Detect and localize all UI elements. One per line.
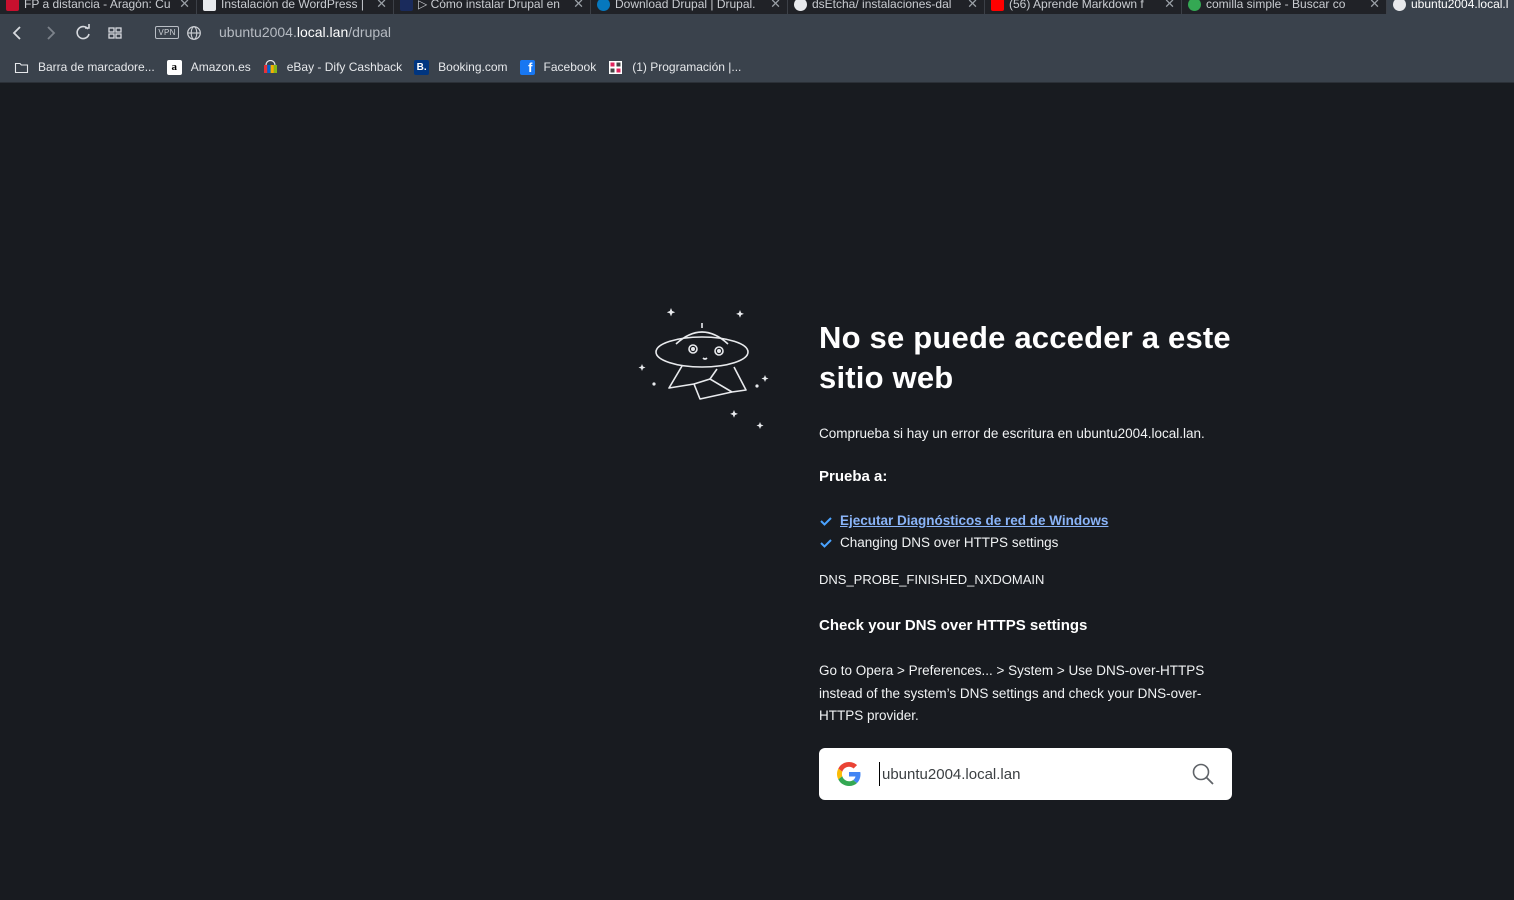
tab-title: ▷ Cómo instalar Drupal en (418, 0, 560, 11)
bookmark-amazon[interactable]: a Amazon.es (166, 59, 251, 75)
google-favicon-icon (1188, 0, 1201, 11)
fp-favicon-icon (6, 0, 19, 11)
ufo-illustration-icon (638, 308, 769, 429)
programacion-icon (609, 60, 623, 74)
facebook-icon: f (519, 59, 535, 75)
error-subtitle: Comprueba si hay un error de escritura e… (819, 426, 1205, 441)
bookmark-booking[interactable]: B. Booking.com (414, 59, 508, 75)
google-logo-icon (837, 762, 861, 786)
page-favicon-icon (203, 0, 216, 11)
tab-title: dsEtcha/ instalaciones-dal (812, 0, 952, 11)
close-tab-icon[interactable]: ✕ (770, 0, 781, 12)
list-item: Ejecutar Diagnósticos de red de Windows (820, 510, 1239, 532)
suggestion-list: Ejecutar Diagnósticos de red de Windows … (819, 510, 1239, 554)
url-path: /drupal (348, 24, 392, 40)
url-host: local.lan (296, 24, 349, 40)
close-tab-icon[interactable]: ✕ (179, 0, 190, 12)
bookmark-facebook[interactable]: f Facebook (519, 59, 597, 75)
youtube-favicon-icon (991, 0, 1004, 11)
tab-strip: FP a distancia - Aragón: Cu ✕ Instalació… (0, 0, 1514, 14)
tab-github[interactable]: dsEtcha/ instalaciones-dal ✕ (788, 0, 985, 14)
bookmark-label: Facebook (543, 60, 597, 74)
bookmarks-bar: Barra de marcadore... a Amazon.es eBay -… (0, 52, 1514, 83)
github-favicon-icon (794, 0, 807, 11)
url-field[interactable]: ubuntu2004.local.lan/drupal (219, 24, 391, 40)
tab-instalar-drupal[interactable]: ▷ Cómo instalar Drupal en ✕ (394, 0, 591, 14)
tab-wordpress[interactable]: Instalación de WordPress | ✕ (197, 0, 394, 14)
doh-heading: Check your DNS over HTTPS settings (819, 617, 1088, 634)
check-icon (820, 517, 832, 526)
vpn-badge[interactable]: VPN (155, 26, 179, 39)
reload-icon[interactable] (72, 22, 94, 44)
bookmark-label: Booking.com (438, 60, 508, 74)
tab-title: (56) Aprende Markdown f (1009, 0, 1144, 11)
close-tab-icon[interactable]: ✕ (967, 0, 978, 12)
drupal-favicon-icon (597, 0, 610, 11)
error-code: DNS_PROBE_FINISHED_NXDOMAIN (819, 572, 1045, 587)
tab-title: Instalación de WordPress | (221, 0, 364, 11)
globe-icon[interactable] (186, 25, 202, 41)
tab-fp-distancia[interactable]: FP a distancia - Aragón: Cu ✕ (0, 0, 197, 14)
bookmark-ebay[interactable]: eBay - Dify Cashback (263, 59, 403, 75)
bookmark-folder[interactable]: Barra de marcadore... (14, 60, 155, 75)
tab-title: FP a distancia - Aragón: Cu (24, 0, 171, 11)
tab-title: Download Drupal | Drupal. (615, 0, 756, 11)
doh-instructions: Go to Opera > Preferences... > System > … (819, 663, 1205, 723)
back-icon[interactable] (7, 22, 29, 44)
search-icon[interactable] (1191, 762, 1215, 786)
bookmark-label: Amazon.es (190, 60, 251, 74)
google-search-box (819, 748, 1232, 800)
check-icon (820, 539, 832, 548)
close-tab-icon[interactable]: ✕ (573, 0, 584, 12)
tab-title: ubuntu2004.local.la (1411, 0, 1508, 11)
close-tab-icon[interactable]: ✕ (1164, 0, 1175, 12)
page-favicon-icon (400, 0, 413, 11)
suggestion-text: Changing DNS over HTTPS settings (840, 535, 1059, 550)
ebay-icon (263, 59, 277, 73)
tab-download-drupal[interactable]: Download Drupal | Drupal. ✕ (591, 0, 788, 14)
url-prefix: ubuntu2004. (219, 24, 297, 40)
tab-ubuntu-local[interactable]: ubuntu2004.local.la (1387, 0, 1514, 14)
close-tab-icon[interactable]: ✕ (1369, 0, 1380, 12)
page-favicon-icon (1393, 0, 1406, 11)
bookmark-label: eBay - Dify Cashback (286, 60, 403, 74)
booking-icon: B. (414, 59, 430, 75)
error-content: No se puede acceder a este sitio web Com… (819, 318, 1239, 728)
tab-title: comilla simple - Buscar co (1206, 0, 1346, 11)
try-heading: Prueba a: (819, 468, 888, 485)
close-tab-icon[interactable]: ✕ (376, 0, 387, 12)
bookmark-label: Barra de marcadore... (38, 60, 155, 74)
tab-youtube-markdown[interactable]: (56) Aprende Markdown f ✕ (985, 0, 1182, 14)
tabs-grid-icon[interactable] (104, 22, 126, 44)
page-title: No se puede acceder a este sitio web (819, 320, 1231, 395)
address-toolbar: VPN ubuntu2004.local.lan/drupal (0, 14, 1514, 52)
run-network-diagnostics-link[interactable]: Ejecutar Diagnósticos de red de Windows (840, 513, 1108, 528)
search-input[interactable] (879, 762, 1179, 786)
forward-icon[interactable] (39, 22, 61, 44)
bookmark-label: (1) Programación |... (632, 60, 742, 74)
folder-icon (14, 62, 29, 73)
bookmark-programacion[interactable]: (1) Programación |... (608, 60, 741, 75)
amazon-icon: a (166, 59, 182, 75)
list-item: Changing DNS over HTTPS settings (820, 532, 1239, 554)
tab-google-search[interactable]: comilla simple - Buscar co ✕ (1182, 0, 1387, 14)
